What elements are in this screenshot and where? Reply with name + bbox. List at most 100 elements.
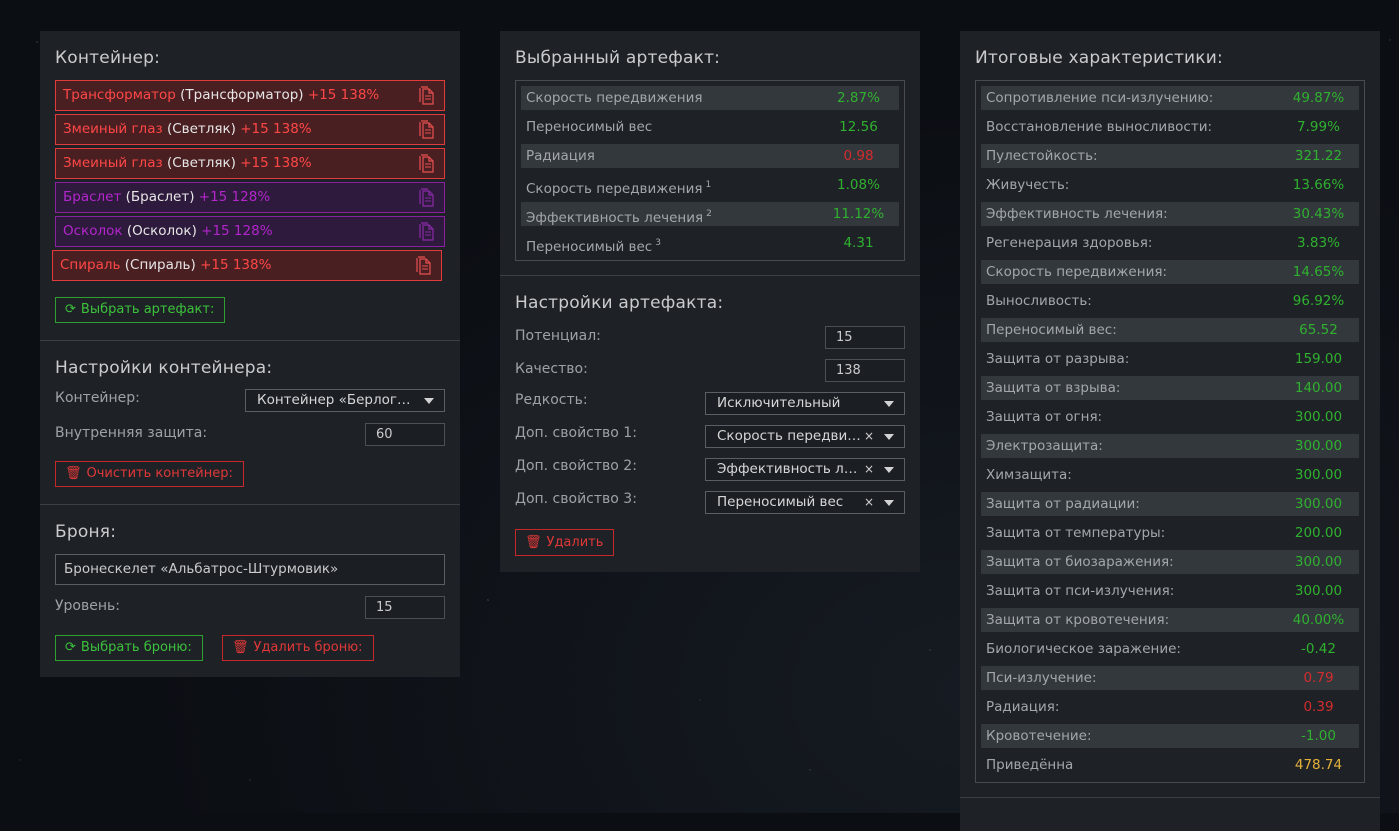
total-stat-row: Кровотечение: -1.00 — [981, 724, 1359, 748]
artifact-slot[interactable]: Осколок (Осколок) +15 128% — [55, 216, 445, 247]
total-stat-row: Эффективность лечения: 30.43% — [981, 202, 1359, 226]
totals-title: Итоговые характеристики: — [975, 48, 1223, 68]
container-panel: Контейнер: Трансформатор (Трансформатор)… — [40, 31, 460, 677]
copy-icon[interactable] — [415, 256, 433, 276]
artifact-slot[interactable]: Браслет (Браслет) +15 128% — [55, 182, 445, 213]
inner-protection-input[interactable]: 60 — [365, 423, 445, 446]
total-stat-row: Сопротивление пси-излучению: 49.87% — [981, 86, 1359, 110]
artifact-bonus: +15 138% — [240, 155, 312, 171]
chevron-down-icon — [884, 401, 894, 407]
total-stat-name: Сопротивление пси-излучению: — [986, 90, 1214, 106]
clear-container-label: Очистить контейнер: — [86, 466, 233, 481]
total-stat-row: Выносливость: 96.92% — [981, 289, 1359, 313]
clear-icon[interactable]: × — [864, 426, 874, 447]
extra1-label: Доп. свойство 1: — [515, 425, 637, 441]
total-stat-row: Защита от разрыва: 159.00 — [981, 347, 1359, 371]
total-stat-row: Живучесть: 13.66% — [981, 173, 1359, 197]
artifact-type: (Светляк) — [166, 121, 236, 137]
artifact-bonus: +15 138% — [240, 121, 312, 137]
total-stat-value: 159.00 — [1294, 351, 1343, 367]
artifact-name: Осколок — [63, 223, 123, 239]
armor-title: Броня: — [55, 522, 117, 542]
total-stat-name: Защита от кровотечения: — [986, 612, 1170, 628]
stat-row: Скорость передвижения 1 1.08% — [521, 173, 899, 197]
extra1-select-value: Скорость передви… — [717, 428, 861, 444]
artifact-slot[interactable]: Трансформатор (Трансформатор) +15 138% — [55, 80, 445, 111]
total-stat-name: Защита от взрыва: — [986, 380, 1121, 396]
total-stat-row: Восстановление выносливости: 7.99% — [981, 115, 1359, 139]
artifact-slot[interactable]: Спираль (Спираль) +15 138% — [52, 250, 442, 281]
total-stat-value: 300.00 — [1294, 583, 1343, 599]
copy-icon[interactable] — [418, 154, 436, 174]
total-stat-row: Защита от пси-излучения: 300.00 — [981, 579, 1359, 603]
refresh-icon: ⟳ — [65, 302, 76, 317]
extra2-label: Доп. свойство 2: — [515, 458, 637, 474]
stat-value: 0.98 — [843, 148, 874, 164]
stat-name-text: Скорость передвижения — [526, 181, 703, 197]
total-stat-value: 300.00 — [1294, 438, 1343, 454]
delete-armor-button[interactable]: 🗑 Удалить броню: — [222, 635, 374, 661]
total-stat-value: -1.00 — [1301, 728, 1336, 744]
copy-icon[interactable] — [418, 86, 436, 106]
artifact-type: (Браслет) — [125, 189, 195, 205]
artifact-slot[interactable]: Змеиный глаз (Светляк) +15 138% — [55, 148, 445, 179]
quality-input[interactable]: 138 — [825, 359, 905, 382]
totals-panel: Итоговые характеристики: Сопротивление п… — [960, 31, 1380, 831]
total-stat-name: Переносимый вес: — [986, 322, 1117, 338]
artifact-type: (Трансформатор) — [180, 87, 304, 103]
total-stat-value: 140.00 — [1294, 380, 1343, 396]
container-select[interactable]: Контейнер «Берлога… — [245, 389, 445, 412]
trash-icon: 🗑 — [65, 466, 82, 481]
totals-stats: Сопротивление пси-излучению: 49.87% Восста… — [975, 80, 1365, 783]
stat-sup: 3 — [655, 238, 661, 248]
total-stat-name: Защита от биозаражения: — [986, 554, 1174, 570]
trash-icon: 🗑 — [525, 535, 542, 550]
total-stat-row: Биологическое заражение: -0.42 — [981, 637, 1359, 661]
refresh-icon: ⟳ — [65, 640, 76, 655]
divider — [40, 340, 460, 341]
extra1-select[interactable]: Скорость передви… × — [705, 425, 905, 448]
total-stat-name: Радиация: — [986, 699, 1060, 715]
artifact-type: (Осколок) — [126, 223, 197, 239]
total-stat-row: Регенерация здоровья: 3.83% — [981, 231, 1359, 255]
total-stat-row: Скорость передвижения: 14.65% — [981, 260, 1359, 284]
extra3-label: Доп. свойство 3: — [515, 491, 637, 507]
delete-artifact-label: Удалить — [546, 535, 604, 550]
potential-input[interactable]: 15 — [825, 326, 905, 349]
armor-name-field[interactable]: Бронескелет «Альбатрос-Штурмовик» — [55, 554, 445, 585]
total-stat-value: 65.52 — [1299, 322, 1338, 338]
total-stat-name: Защита от пси-излучения: — [986, 583, 1175, 599]
stat-row: Переносимый вес 3 4.31 — [521, 231, 899, 255]
copy-icon[interactable] — [418, 120, 436, 140]
extra2-select[interactable]: Эффективность ле… × — [705, 458, 905, 481]
choose-artifact-button[interactable]: ⟳ Выбрать артефакт: — [55, 297, 226, 323]
divider — [960, 797, 1380, 798]
total-stat-value: 300.00 — [1294, 409, 1343, 425]
extra3-select[interactable]: Переносимый вес × — [705, 491, 905, 514]
total-stat-value: 321.22 — [1294, 148, 1343, 164]
total-stat-value: 300.00 — [1294, 554, 1343, 570]
artifact-bonus: +15 128% — [201, 223, 273, 239]
stat-row: Эффективность лечения 2 11.12% — [521, 202, 899, 226]
total-stat-row: Пси-излучение: 0.79 — [981, 666, 1359, 690]
artifact-slot[interactable]: Змеиный глаз (Светляк) +15 138% — [55, 114, 445, 145]
armor-level-input[interactable]: 15 — [365, 596, 445, 619]
total-stat-value: 0.39 — [1303, 699, 1334, 715]
total-stat-row: Радиация: 0.39 — [981, 695, 1359, 719]
total-stat-row: Защита от радиации: 300.00 — [981, 492, 1359, 516]
copy-icon[interactable] — [418, 222, 436, 242]
total-stat-name: Химзащита: — [986, 467, 1072, 483]
inner-protection-label: Внутренняя защита: — [55, 425, 208, 441]
clear-icon[interactable]: × — [864, 492, 874, 513]
stat-value: 11.12% — [832, 206, 885, 222]
total-stat-name: Эффективность лечения: — [986, 206, 1168, 222]
choose-armor-button[interactable]: ⟳ Выбрать броню: — [55, 635, 203, 661]
total-stat-row: Защита от огня: 300.00 — [981, 405, 1359, 429]
rarity-select[interactable]: Исключительный — [705, 392, 905, 415]
copy-icon[interactable] — [418, 188, 436, 208]
delete-artifact-button[interactable]: 🗑 Удалить — [515, 529, 615, 556]
total-stat-name: Защита от разрыва: — [986, 351, 1130, 367]
clear-icon[interactable]: × — [864, 459, 874, 480]
total-stat-row: Защита от биозаражения: 300.00 — [981, 550, 1359, 574]
clear-container-button[interactable]: 🗑 Очистить контейнер: — [55, 461, 244, 487]
